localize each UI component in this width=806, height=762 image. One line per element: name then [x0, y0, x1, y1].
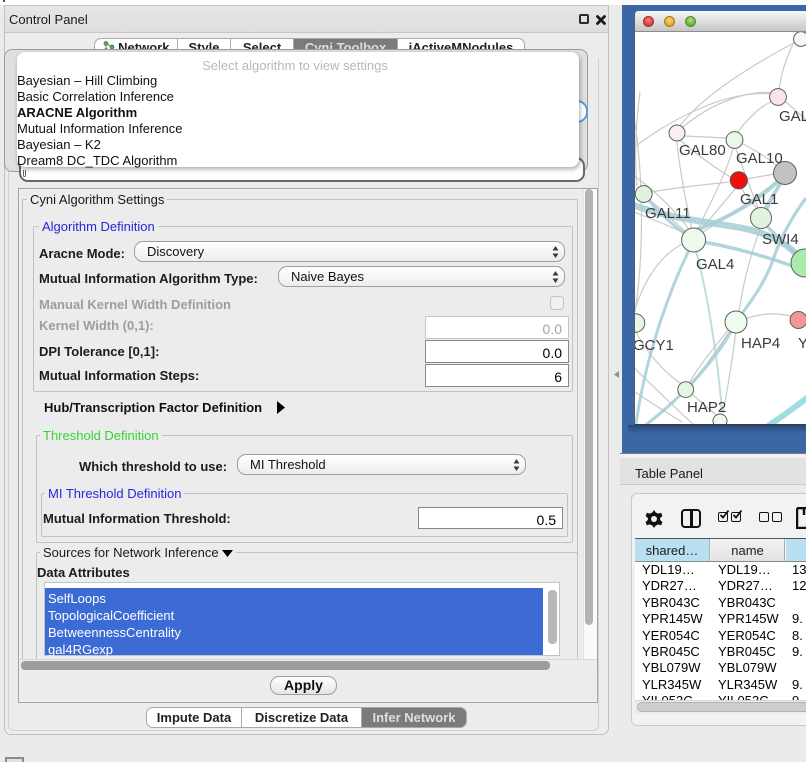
svg-text:HAP2: HAP2: [687, 399, 726, 416]
svg-text:Y: Y: [798, 335, 806, 352]
svg-text:GAL80: GAL80: [679, 142, 726, 159]
svg-text:GAL4: GAL4: [696, 256, 734, 273]
svg-text:GCY1: GCY1: [635, 337, 674, 354]
svg-text:GAL1: GAL1: [740, 191, 778, 208]
svg-text:GAL10: GAL10: [736, 150, 783, 167]
svg-text:GAL11: GAL11: [645, 205, 691, 222]
svg-text:GAL: GAL: [779, 108, 806, 125]
svg-text:HAP4: HAP4: [741, 335, 780, 352]
svg-text:SWI4: SWI4: [762, 231, 799, 248]
